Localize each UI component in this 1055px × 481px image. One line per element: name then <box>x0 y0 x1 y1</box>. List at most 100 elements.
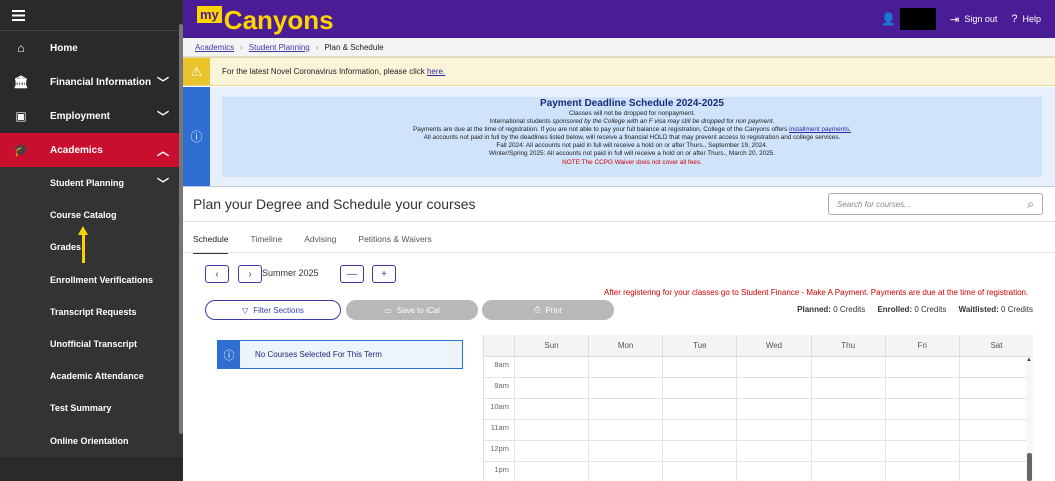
calendar-cell[interactable] <box>662 399 736 419</box>
calendar-cell[interactable] <box>662 441 736 461</box>
calendar-cell[interactable] <box>810 399 885 419</box>
calendar-cell[interactable] <box>958 441 1033 461</box>
calendar-time-label: 10am <box>490 402 509 411</box>
calendar-scroll-thumb[interactable] <box>1027 453 1032 481</box>
calendar-cell[interactable] <box>588 441 662 461</box>
user-icon[interactable]: 👤 <box>881 12 896 26</box>
add-term-button[interactable]: + <box>372 265 396 283</box>
sign-out-button[interactable]: ⇥ Sign out <box>950 13 997 26</box>
schedule-calendar[interactable]: Sun Mon Tue Wed Thu Fri Sat 8am 9am 10am 11am 12pm… <box>483 335 1033 481</box>
calendar-cell[interactable] <box>588 462 662 481</box>
calendar-cell[interactable] <box>588 399 662 419</box>
breadcrumb-separator: › <box>315 42 319 52</box>
calendar-cell[interactable] <box>958 357 1033 377</box>
calendar-cell[interactable] <box>884 378 959 398</box>
payment-line: International students sponsored by the … <box>222 118 1042 126</box>
calendar-cell[interactable] <box>513 441 588 461</box>
tab-schedule[interactable]: Schedule <box>193 234 229 254</box>
calendar-cell[interactable] <box>810 357 885 377</box>
calendar-body: 8am 9am 10am 11am 12pm 1pm <box>484 357 1033 481</box>
sidebar-subitem-student-planning[interactable]: Student Planning ﹀ <box>0 167 183 200</box>
sidebar-subitem-label: Academic Attendance <box>50 371 144 382</box>
filter-sections-button[interactable]: ▽ Filter Sections <box>205 300 341 320</box>
sidebar-item-academics[interactable]: 🎓 Academics ︿ <box>0 133 183 167</box>
calendar-cell[interactable] <box>662 462 736 481</box>
next-term-button[interactable]: › <box>238 265 262 283</box>
logo[interactable]: my Canyons <box>197 4 334 34</box>
calendar-cell[interactable] <box>810 420 885 440</box>
calendar-cell[interactable] <box>736 378 810 398</box>
breadcrumb-academics[interactable]: Academics <box>195 43 234 52</box>
covid-info-link[interactable]: here. <box>427 67 445 76</box>
calendar-cell[interactable] <box>958 420 1033 440</box>
calendar-cell[interactable] <box>662 420 736 440</box>
calendar-day-sat: Sat <box>958 335 1033 356</box>
calendar-cell[interactable] <box>810 378 885 398</box>
help-button[interactable]: ? Help <box>1011 13 1041 25</box>
chevron-down-icon: ﹀ <box>156 176 169 191</box>
calendar-cell[interactable] <box>662 378 736 398</box>
tab-timeline[interactable]: Timeline <box>250 234 282 254</box>
calendar-cell[interactable] <box>513 357 588 377</box>
sidebar-subitem-online-orientation[interactable]: Online Orientation <box>0 424 183 457</box>
filter-icon: ▽ <box>242 305 249 315</box>
sidebar-subitem-transcript-requests[interactable]: Transcript Requests <box>0 295 183 328</box>
sidebar-subitem-course-catalog[interactable]: Course Catalog <box>0 199 183 232</box>
calendar-icon: ▭ <box>384 305 392 315</box>
sidebar-subitem-academic-attendance[interactable]: Academic Attendance <box>0 360 183 393</box>
calendar-cell[interactable] <box>958 378 1033 398</box>
tab-petitions-waivers[interactable]: Petitions & Waivers <box>358 234 431 254</box>
covid-alert-message: For the latest Novel Coronavirus Informa… <box>222 67 427 76</box>
calendar-cell[interactable] <box>958 399 1033 419</box>
calendar-time-label: 1pm <box>494 465 509 474</box>
calendar-cell[interactable] <box>662 357 736 377</box>
menu-toggle[interactable] <box>0 0 183 31</box>
sidebar-subitem-unofficial-transcript[interactable]: Unofficial Transcript <box>0 327 183 361</box>
calendar-cell[interactable] <box>513 420 588 440</box>
save-to-ical-button[interactable]: ▭ Save to iCal <box>346 300 478 320</box>
sidebar-subitem-enrollment-verifications[interactable]: Enrollment Verifications <box>0 263 183 296</box>
breadcrumb-student-planning[interactable]: Student Planning <box>249 43 310 52</box>
tab-advising[interactable]: Advising <box>304 234 336 254</box>
calendar-cell[interactable] <box>884 357 959 377</box>
sidebar-item-employment[interactable]: ▣ Employment ﹀ <box>0 99 183 133</box>
sidebar-subitem-grades[interactable]: Grades <box>0 231 183 264</box>
calendar-cell[interactable] <box>736 420 810 440</box>
search-icon[interactable]: ⌕ <box>1027 197 1034 212</box>
calendar-cell[interactable] <box>588 357 662 377</box>
remove-term-button[interactable]: — <box>340 265 364 283</box>
printer-icon: ⎙ <box>534 305 541 314</box>
waitlisted-label: Waitlisted: <box>958 305 999 314</box>
calendar-cell[interactable] <box>588 378 662 398</box>
sidebar-item-financial-information[interactable]: 🏛 Financial Information ﹀ <box>0 65 183 99</box>
calendar-cell[interactable] <box>884 399 959 419</box>
calendar-cell[interactable] <box>958 462 1033 481</box>
calendar-cell[interactable] <box>513 462 588 481</box>
calendar-cell[interactable] <box>513 399 588 419</box>
calendar-cell[interactable] <box>810 441 885 461</box>
calendar-cell[interactable] <box>884 420 959 440</box>
calendar-cell[interactable] <box>736 357 810 377</box>
calendar-cell[interactable] <box>736 399 810 419</box>
calendar-cell[interactable] <box>736 462 810 481</box>
calendar-cell[interactable] <box>588 420 662 440</box>
calendar-cell[interactable] <box>884 462 959 481</box>
sidebar-item-home[interactable]: ⌂ Home <box>0 31 183 65</box>
calendar-cell[interactable] <box>810 462 885 481</box>
installment-payments-link[interactable]: installment payments. <box>789 126 851 133</box>
calendar-cell[interactable] <box>884 441 959 461</box>
payment-line: Winter/Spring 2025: All accounts not pai… <box>488 150 776 158</box>
calendar-scrollbar[interactable]: ▲ <box>1026 357 1033 481</box>
sidebar-subitem-test-summary[interactable]: Test Summary <box>0 392 183 425</box>
top-bar: my Canyons 👤 ⇥ Sign out ? Help <box>183 0 1055 38</box>
course-search-input[interactable]: Search for courses... ⌕ <box>828 193 1043 215</box>
redacted-username[interactable] <box>900 8 937 30</box>
no-courses-message: ⓘ No Courses Selected For This Term <box>217 340 463 369</box>
previous-term-button[interactable]: ‹ <box>205 265 229 283</box>
calendar-cell[interactable] <box>513 378 588 398</box>
scroll-up-icon[interactable]: ▲ <box>1026 357 1032 363</box>
hamburger-icon[interactable] <box>12 9 25 21</box>
print-button[interactable]: ⎙ Print <box>482 300 614 320</box>
calendar-cell[interactable] <box>736 441 810 461</box>
calendar-day-sun: Sun <box>513 335 588 356</box>
